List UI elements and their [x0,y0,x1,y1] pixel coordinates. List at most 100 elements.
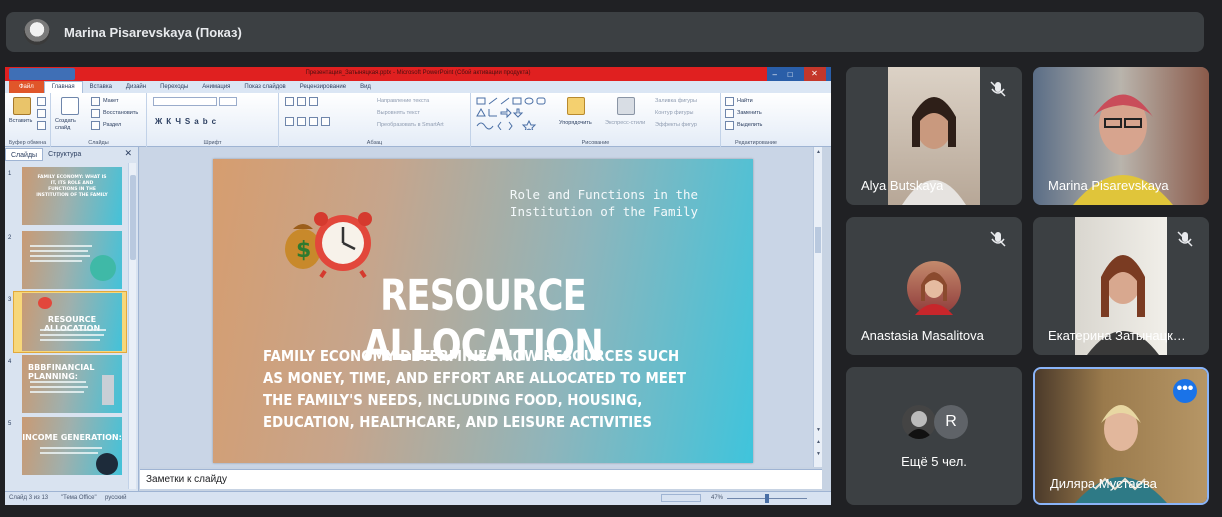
group-drawing: Упорядочить Экспресс-стили Заливка фигур… [471,93,721,147]
slide-thumb-3[interactable]: RESOURCE ALLOCATION [22,293,122,351]
slide-scrollbar[interactable]: ▲ ▼ ▲ ▼ [813,147,822,467]
tab-design[interactable]: Дизайн [119,84,153,90]
smartart-button[interactable]: Преобразовать в SmartArt [377,122,444,128]
participant-avatar [907,261,961,315]
tab-animation[interactable]: Анимация [195,84,237,90]
group-label-paragraph: Абзац [366,140,383,146]
slide-thumb-5[interactable]: INCOME GENERATION: [22,417,122,475]
ribbon-tabs: Файл Главная Вставка Дизайн Переходы Ани… [5,81,831,93]
tab-slides-panel[interactable]: Слайды [5,147,44,161]
align-left-icon[interactable] [285,117,294,126]
zoom-slider-knob[interactable] [765,494,769,503]
current-slide[interactable]: Role and Functions in the Institution of… [213,159,753,463]
font-format-buttons[interactable]: ЖКЧSabc [155,117,220,126]
participant-tile[interactable]: Anastasia Masalitova [846,217,1022,355]
tab-insert[interactable]: Вставка [83,84,119,90]
indent-icon[interactable] [309,97,318,106]
tab-view[interactable]: Вид [353,84,378,90]
powerpoint-titlebar: Презентация_Затыняцкая.pptx - Microsoft … [5,67,831,81]
arrange-button[interactable]: Упорядочить [559,120,592,126]
paste-button[interactable]: Вставить [9,118,32,124]
shape-effects-button[interactable]: Эффекты фигур [655,122,697,128]
thumb-graphic [102,375,114,405]
panel-scrollbar[interactable] [128,163,136,489]
zoom-level[interactable]: 47% [711,495,723,501]
slides-panel: Слайды Структура ✕ 1 FAMILY ECONOMY: WHA… [5,147,139,491]
tab-review[interactable]: Рецензирование [293,84,353,90]
thumb-number: 5 [8,421,12,427]
new-slide-button[interactable]: Создать слайд [55,118,85,132]
paste-icon[interactable] [13,97,31,115]
align-text-button[interactable]: Выровнять текст [377,110,420,116]
find-button[interactable]: Найти [737,98,753,104]
participant-tile[interactable]: Marina Pisarevskaya [1033,67,1209,205]
participant-name: Marina Pisarevskaya [1048,178,1169,193]
reset-button[interactable]: Восстановить [103,110,138,116]
numbering-icon[interactable] [297,97,306,106]
section-icon[interactable] [91,121,100,130]
layout-button[interactable]: Макет [103,98,119,104]
new-slide-icon[interactable] [61,97,79,115]
group-paragraph: Направление текста Выровнять текст Преоб… [279,93,471,147]
font-size-combo[interactable] [219,97,237,106]
group-clipboard: Вставить Буфер обмена [5,93,51,147]
section-button[interactable]: Раздел [103,122,121,128]
scroll-down-icon[interactable]: ▼ [814,427,823,433]
select-button[interactable]: Выделить [737,122,762,128]
language-indicator[interactable]: русский [105,495,127,501]
tab-file[interactable]: Файл [9,81,44,93]
quick-styles-icon[interactable] [617,97,635,115]
more-options-button[interactable]: ••• [1173,379,1197,403]
copy-icon[interactable] [37,109,46,118]
scrollbar-thumb[interactable] [815,227,821,253]
view-buttons[interactable] [661,494,701,502]
layout-icon[interactable] [91,97,100,106]
shared-screen: Презентация_Затыняцкая.pptx - Microsoft … [5,67,831,505]
shapes-gallery[interactable] [475,96,551,130]
find-icon[interactable] [725,97,734,106]
notes-pane[interactable]: Заметки к слайду [140,469,822,489]
justify-icon[interactable] [321,117,330,126]
font-name-combo[interactable] [153,97,217,106]
bullets-icon[interactable] [285,97,294,106]
more-participants-tile[interactable]: R Ещё 5 чел. [846,367,1022,505]
participant-tile[interactable]: Alya Butskaya [846,67,1022,205]
slide-thumb-4[interactable]: BBBFINANCIAL PLANNING: [22,355,122,413]
maximize-icon[interactable]: □ [788,70,793,79]
minimize-icon[interactable]: – [772,70,776,79]
select-icon[interactable] [725,121,734,130]
slide-thumb-1[interactable]: FAMILY ECONOMY: WHAT IS IT, ITS ROLE AND… [22,167,122,225]
thumb-number: 4 [8,359,12,365]
tab-transitions[interactable]: Переходы [153,84,195,90]
close-panel-icon[interactable]: ✕ [124,148,132,159]
slide-body-line: EDUCATION, HEALTHCARE, AND LEISURE ACTIV… [263,413,652,431]
next-slide-icon[interactable]: ▼ [814,451,823,457]
arrange-icon[interactable] [567,97,585,115]
tab-outline-panel[interactable]: Структура [43,148,86,161]
align-right-icon[interactable] [309,117,318,126]
slide-thumb-2[interactable] [22,231,122,289]
shape-outline-button[interactable]: Контур фигуры [655,110,693,116]
close-icon[interactable]: ✕ [803,67,826,81]
scroll-up-icon[interactable]: ▲ [814,149,823,155]
replace-button[interactable]: Заменить [737,110,762,116]
quick-styles-button[interactable]: Экспресс-стили [605,120,645,126]
participant-name: Anastasia Masalitova [861,328,984,343]
mic-off-icon [1177,231,1193,247]
participant-tile-active[interactable]: ••• Диляра Мустаева [1033,367,1209,505]
text-direction-button[interactable]: Направление текста [377,98,429,104]
reset-icon[interactable] [91,109,100,118]
moneybag-alarm-clock-icon: $ [285,212,372,279]
cut-icon[interactable] [37,97,46,106]
prev-slide-icon[interactable]: ▲ [814,439,823,445]
tab-home[interactable]: Главная [43,81,83,93]
tab-slideshow[interactable]: Показ слайдов [237,84,292,90]
participant-avatar [902,405,936,439]
format-painter-icon[interactable] [37,121,46,130]
replace-icon[interactable] [725,109,734,118]
presenter-bar: Marina Pisarevskaya (Показ) [6,12,1204,52]
participant-tile[interactable]: Екатерина Затынацк… [1033,217,1209,355]
slide-body-line: AS MONEY, TIME, AND EFFORT ARE ALLOCATED… [263,369,687,387]
shape-fill-button[interactable]: Заливка фигуры [655,98,697,104]
align-center-icon[interactable] [297,117,306,126]
